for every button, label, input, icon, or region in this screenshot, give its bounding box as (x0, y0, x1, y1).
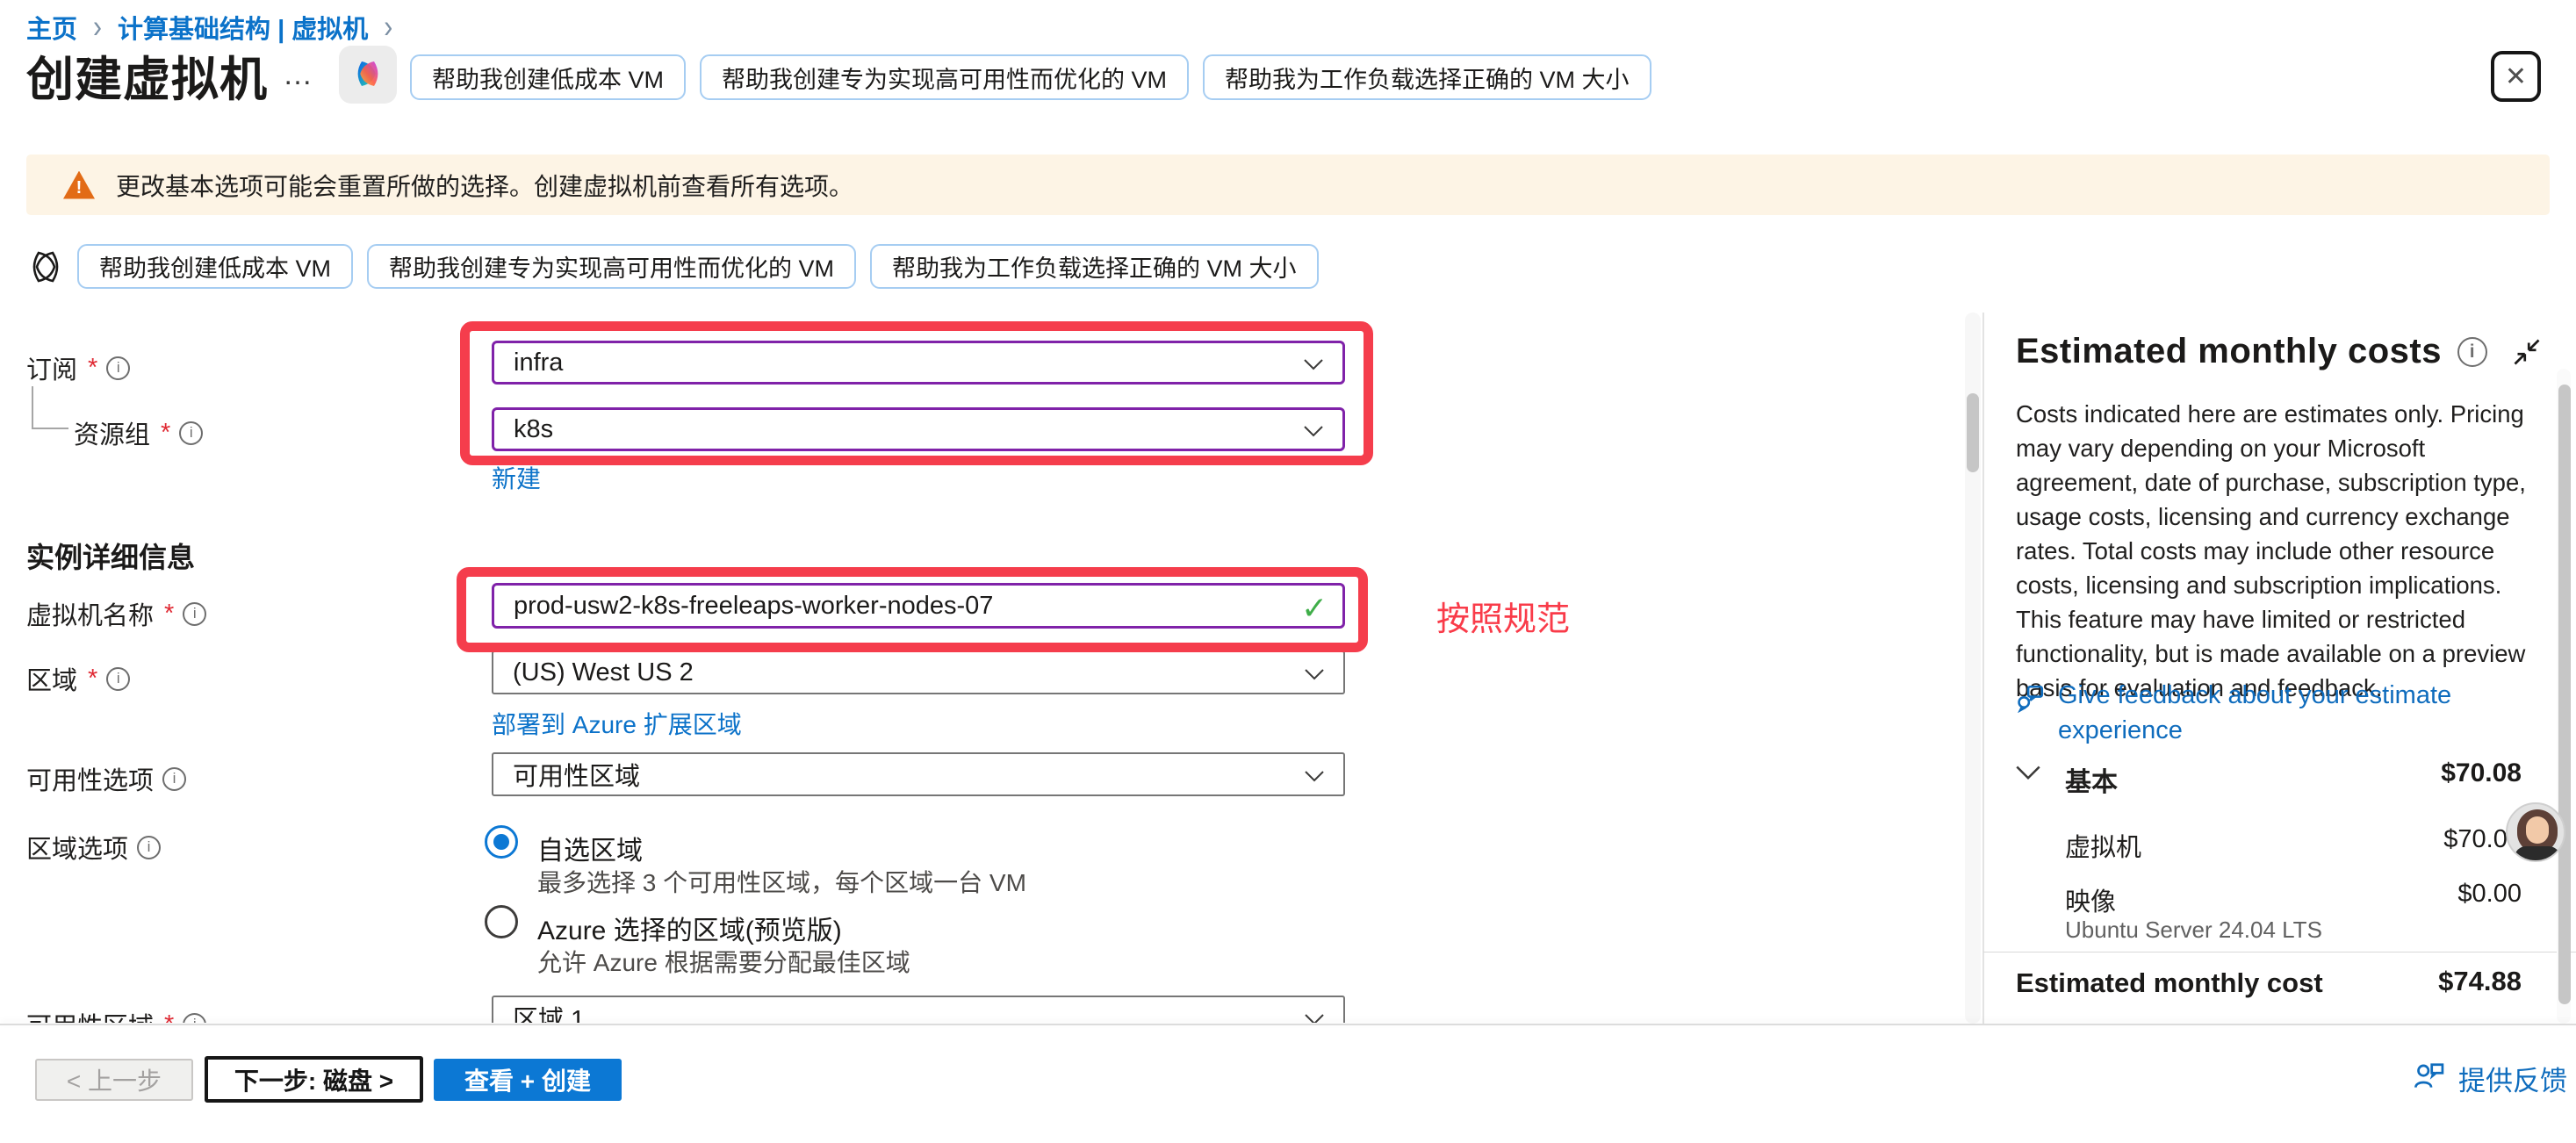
cost-row-value: $0.00 (2346, 880, 2522, 909)
estimate-feedback-link[interactable]: Give feedback about your estimate experi… (2016, 678, 2530, 748)
subscription-label: 订阅* i (26, 349, 130, 386)
warning-text: 更改基本选项可能会重置所做的选择。创建虚拟机前查看所有选项。 (116, 168, 853, 203)
copilot-icon (349, 55, 386, 95)
footer-divider (0, 1024, 2576, 1025)
suggestion-low-cost-vm[interactable]: 帮助我创建低成本 VM (410, 54, 686, 100)
info-icon[interactable]: i (183, 602, 206, 626)
previous-step-button[interactable]: < 上一步 (35, 1059, 193, 1101)
suggestion-right-vm-size[interactable]: 帮助我为工作负载选择正确的 VM 大小 (1203, 54, 1651, 100)
create-new-link[interactable]: 新建 (492, 460, 541, 495)
chevron-down-icon (1304, 349, 1323, 377)
info-icon[interactable]: i (162, 767, 186, 791)
cost-row-label: 映像 (2065, 881, 2116, 918)
cost-group-label[interactable]: 基本 (2065, 760, 2118, 799)
copilot-button[interactable] (339, 46, 397, 104)
subscription-select[interactable]: infra (492, 341, 1345, 385)
info-icon[interactable]: i (2457, 337, 2487, 367)
collapse-panel-button[interactable] (2509, 335, 2544, 370)
avatar-body (2515, 846, 2560, 862)
suggestion-low-cost-vm[interactable]: 帮助我创建低成本 VM (77, 244, 353, 289)
availability-options-label: 可用性选项 i (26, 760, 186, 797)
vm-name-label: 虚拟机名称* i (26, 595, 206, 632)
deploy-edge-zone-link[interactable]: 部署到 Azure 扩展区域 (492, 706, 742, 741)
avatar-face (2526, 816, 2549, 844)
chevron-down-icon (1305, 658, 1324, 687)
availability-zone-row-clipped: 可用性区域* i 区域 1 (0, 990, 1965, 1023)
close-button[interactable]: ✕ (2491, 51, 2541, 102)
chevron-down-icon (1304, 415, 1323, 444)
page-title: 创建虚拟机 (26, 40, 268, 110)
chevron-right-icon: › (384, 9, 392, 47)
info-icon[interactable]: i (137, 836, 161, 859)
review-create-button[interactable]: 查看 + 创建 (434, 1059, 622, 1101)
radio-azure-selected-zones[interactable] (485, 905, 518, 938)
tree-connector (32, 386, 33, 428)
cost-group-value: $70.08 (2346, 758, 2522, 788)
main-scrollbar-thumb[interactable] (1967, 393, 1979, 472)
radio-label[interactable]: 自选区域 (537, 829, 643, 867)
cost-total-value: $74.88 (2346, 966, 2522, 997)
chevron-down-icon (1305, 760, 1324, 789)
cost-total-label: Estimated monthly cost (2016, 967, 2323, 999)
info-icon[interactable]: i (179, 421, 203, 445)
cost-panel-title: Estimated monthly costs i (2016, 332, 2487, 371)
tree-connector (32, 428, 68, 429)
vm-name-input[interactable] (492, 583, 1345, 629)
zone-options-label: 区域选项 i (26, 829, 161, 866)
warning-icon: ! (63, 171, 95, 199)
copilot-suggestions-header: 帮助我创建低成本 VM 帮助我创建专为实现高可用性而优化的 VM 帮助我为工作负… (410, 54, 1651, 100)
resource-group-label: 资源组* i (74, 414, 203, 451)
copilot-outline-icon (25, 246, 67, 288)
info-icon[interactable]: i (183, 1013, 206, 1024)
region-label: 区域* i (26, 660, 130, 697)
radio-self-selected-zones[interactable] (485, 825, 518, 859)
radio-desc: 最多选择 3 个可用性区域，每个区域一台 VM (537, 864, 1026, 899)
next-step-disks-button[interactable]: 下一步: 磁盘 > (205, 1056, 423, 1103)
cost-row-value: $70.08 (2346, 825, 2522, 854)
annotation-note: 按照规范 (1436, 592, 1570, 640)
cost-panel-description: Costs indicated here are estimates only.… (2016, 397, 2529, 705)
avatar[interactable] (2506, 802, 2565, 862)
cost-row-sub: Ubuntu Server 24.04 LTS (2065, 917, 2322, 944)
close-icon: ✕ (2505, 61, 2527, 92)
resource-group-select[interactable]: k8s (492, 407, 1345, 451)
copilot-suggestions-row: 帮助我创建低成本 VM 帮助我创建专为实现高可用性而优化的 VM 帮助我为工作负… (77, 244, 1319, 289)
chat-bubbles-icon (2016, 683, 2046, 748)
suggestion-high-availability-vm[interactable]: 帮助我创建专为实现高可用性而优化的 VM (367, 244, 856, 289)
section-title-instance-details: 实例详细信息 (26, 536, 195, 576)
more-options-button[interactable]: … (283, 58, 315, 92)
info-icon[interactable]: i (106, 356, 130, 380)
radio-label[interactable]: Azure 选择的区域(预览版) (537, 909, 842, 947)
person-feedback-icon (2413, 1060, 2446, 1097)
availability-zone-label: 可用性区域* i (26, 1006, 206, 1023)
suggestion-right-vm-size[interactable]: 帮助我为工作负载选择正确的 VM 大小 (870, 244, 1319, 289)
panel-scrollbar-thumb[interactable] (2558, 385, 2571, 1004)
suggestion-high-availability-vm[interactable]: 帮助我创建专为实现高可用性而优化的 VM (700, 54, 1189, 100)
availability-zone-select[interactable]: 区域 1 (492, 996, 1345, 1023)
warning-banner: ! 更改基本选项可能会重置所做的选择。创建虚拟机前查看所有选项。 (26, 155, 2550, 215)
cost-row-label: 虚拟机 (2065, 827, 2141, 864)
group-chevron-icon[interactable] (2016, 766, 2040, 785)
info-icon[interactable]: i (106, 667, 130, 691)
region-select[interactable]: (US) West US 2 (492, 651, 1345, 694)
availability-options-select[interactable]: 可用性区域 (492, 752, 1345, 796)
collapse-icon (2511, 357, 2543, 370)
main-scrollbar[interactable] (1965, 313, 1981, 1024)
give-feedback-link[interactable]: 提供反馈 (2413, 1059, 2567, 1098)
panel-divider (1982, 313, 1984, 1024)
chevron-down-icon (1305, 1003, 1324, 1024)
panel-scrollbar[interactable] (2557, 369, 2571, 1024)
radio-desc: 允许 Azure 根据需要分配最佳区域 (537, 944, 910, 979)
valid-check-icon: ✓ (1301, 590, 1328, 627)
